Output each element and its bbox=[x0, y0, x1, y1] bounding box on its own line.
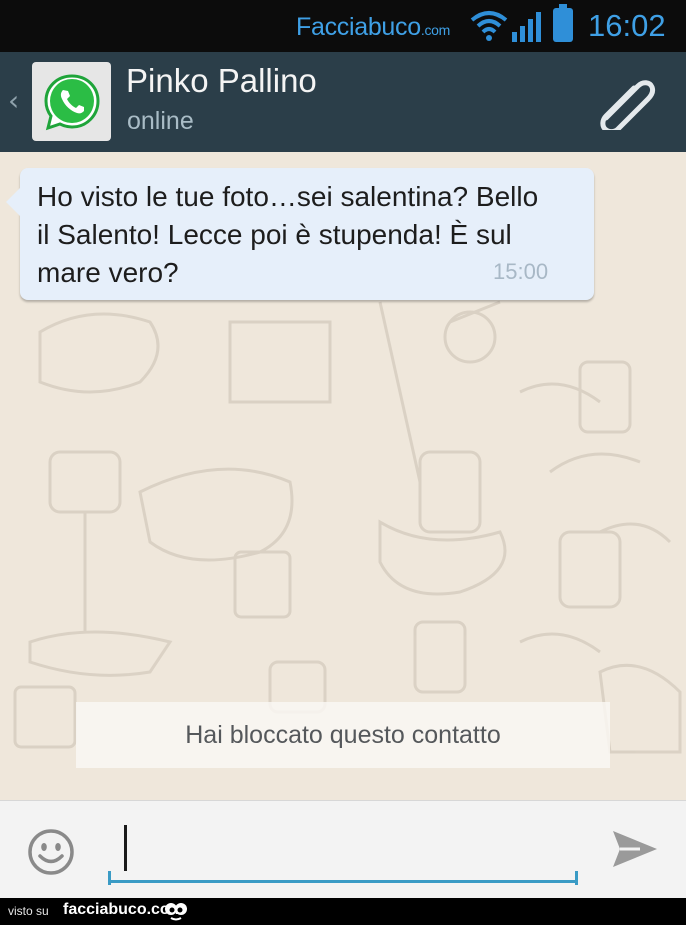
composer-bar bbox=[0, 800, 686, 899]
contact-name[interactable]: Pinko Pallino bbox=[126, 62, 317, 100]
blocked-contact-notice: Hai bloccato questo contatto bbox=[76, 702, 610, 768]
source-footer: visto su facciabuco.com bbox=[0, 898, 686, 925]
footer-visto-su: visto su bbox=[8, 904, 49, 918]
signal-icon bbox=[512, 12, 541, 42]
contact-status: online bbox=[127, 107, 194, 135]
contact-avatar[interactable] bbox=[32, 62, 111, 141]
send-icon[interactable] bbox=[610, 827, 660, 871]
status-bar: Facciabuco.com 16:02 bbox=[0, 0, 686, 52]
facciabuco-watermark: Facciabuco.com bbox=[296, 13, 450, 42]
text-caret bbox=[124, 825, 127, 871]
watermark-suffix: .com bbox=[420, 22, 450, 38]
message-text: Ho visto le tue foto…sei salentina? Bell… bbox=[37, 181, 539, 288]
paperclip-icon[interactable] bbox=[596, 74, 658, 130]
smiley-icon[interactable] bbox=[26, 827, 76, 877]
watermark-main: Facciabuco bbox=[296, 13, 421, 41]
message-bubble-incoming[interactable]: Ho visto le tue foto…sei salentina? Bell… bbox=[6, 168, 594, 300]
input-underline bbox=[108, 871, 578, 885]
message-time: 15:00 bbox=[493, 259, 549, 284]
chat-header: ‹ Pinko Pallino online bbox=[0, 52, 686, 152]
whatsapp-logo-icon bbox=[43, 73, 100, 130]
chat-area[interactable]: Ho visto le tue foto…sei salentina? Bell… bbox=[0, 152, 686, 800]
battery-icon bbox=[553, 4, 573, 42]
status-time: 16:02 bbox=[588, 8, 666, 43]
facciabuco-face-icon bbox=[165, 903, 187, 921]
chevron-left-icon[interactable]: ‹ bbox=[8, 84, 19, 117]
wifi-icon bbox=[470, 11, 508, 41]
